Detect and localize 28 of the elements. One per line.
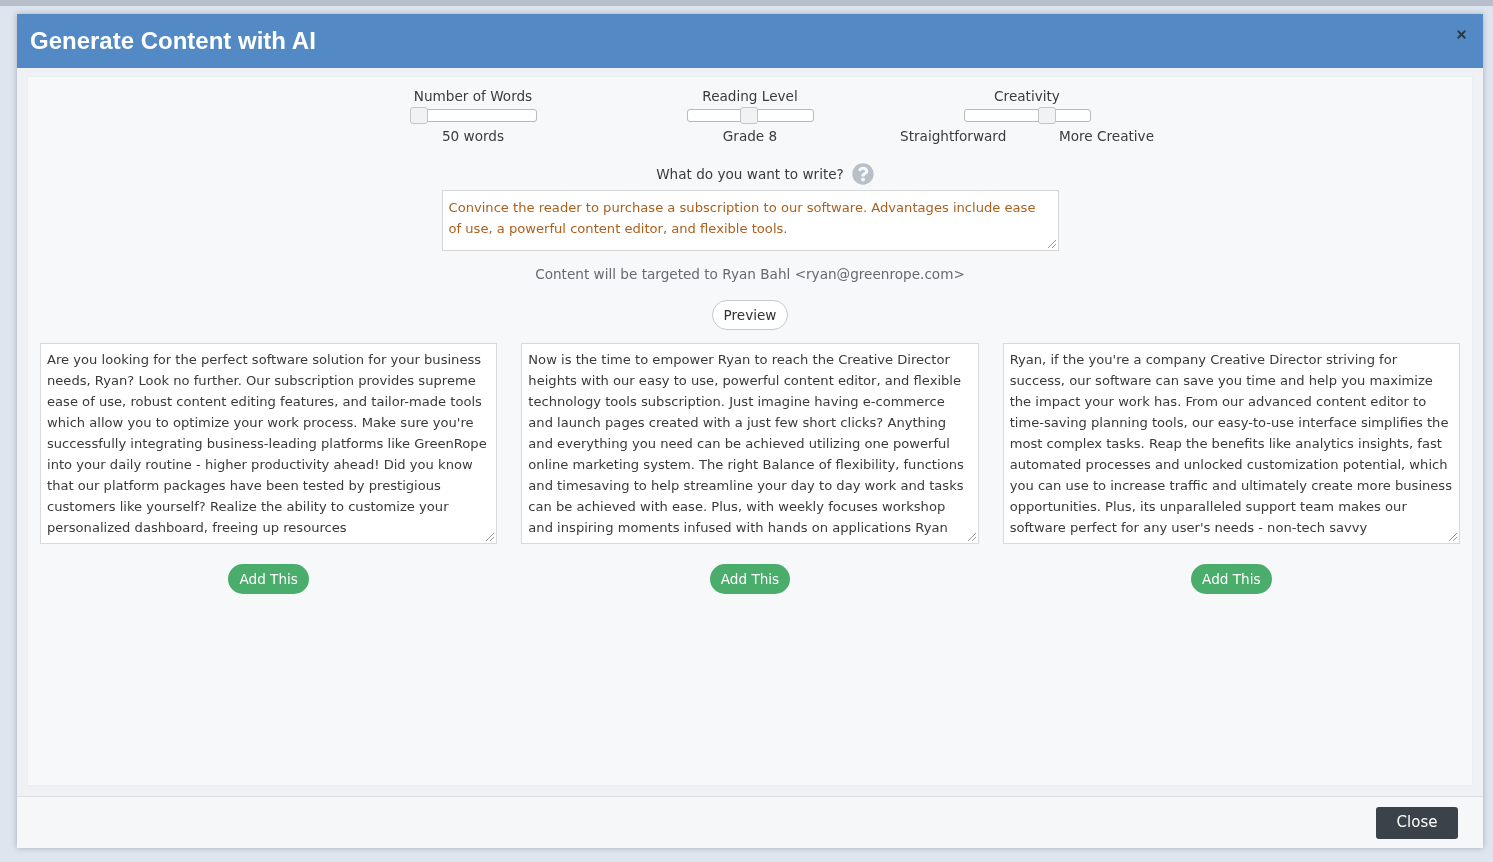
slider-value: Grade 8 xyxy=(722,127,778,146)
slider-label: Reading Level xyxy=(702,87,798,106)
generated-text-area[interactable]: Ryan, if the you're a company Creative Director striving for success, our software can save you time and help you maximize the impact your work has. From our advanced content editor to time-saving planning tools, our easy-to-use interface simplifies the most complex tasks. Reap the benefits like analytics insights, fast automated processes and unlocked customization potential, which you can use to increase traffic and ultimately create more business opportunities. Plus, its unparalleled support team makes our software perfect for any user's needs - non-tech savvy xyxy=(1002,343,1460,544)
resize-grip-icon[interactable] xyxy=(1047,240,1056,248)
slider-track[interactable] xyxy=(686,109,814,122)
slider-handle[interactable] xyxy=(409,107,428,124)
slider-value: Straightforward xyxy=(900,127,1007,146)
prompt-label: What do you want to write? xyxy=(656,165,844,184)
prompt-field[interactable]: Convince the reader to purchase a subscription to our software. Advantages include ease of use, a powerful content editor, and flexible tools. xyxy=(441,190,1059,251)
slider-label: Number of Words xyxy=(413,87,533,106)
help-icon[interactable] xyxy=(851,163,874,185)
slider-track[interactable] xyxy=(963,109,1091,122)
generated-text-area[interactable]: Are you looking for the perfect software solution for your business needs, Ryan? Look no further. Our subscription provides supreme ease of use, robust content editing features, and tailor-made tools which allow you to optimize your work process. Make sure you're successfully integrating business-leading platforms like GreenRope into your daily routine - higher productivity ahead! Did you know that our platform packages have been tested by prestigious customers like yourself? Realize the ability to customize your personalized dashboard, freeing up resources xyxy=(40,343,498,544)
resize-grip-icon[interactable] xyxy=(967,533,976,541)
dialog-title: Generate Content with AI xyxy=(30,26,316,56)
slider-label: Creativity xyxy=(994,87,1060,106)
target-note: Content will be targeted to Ryan Bahl <ryan@greenrope.com> xyxy=(535,265,965,284)
slider-value: 50 words xyxy=(441,127,505,146)
resize-grip-icon[interactable] xyxy=(1449,533,1457,541)
generated-text-area[interactable]: Now is the time to empower Ryan to reach the Creative Director heights with our easy to use, powerful content editor, and flexible technology tools subscription. Just imagine having e-commerce and launch pages created with a just few short clicks? Anything and everything you need can be achieved utilizing one powerful online marketing system. The right Balance of flexibility, functions and timesaving to help streamline your day to day work and tasks can be achieved with ease. Plus, with weekly focuses workshop and inspiring moments infused with hands on applications Ryan xyxy=(521,343,979,544)
preview-button[interactable]: Preview xyxy=(711,300,789,330)
close-icon[interactable] xyxy=(1455,28,1468,41)
close-button[interactable]: Close xyxy=(1376,806,1458,839)
slider-track[interactable] xyxy=(409,109,537,122)
resize-grip-icon[interactable] xyxy=(486,533,495,541)
slider-handle[interactable] xyxy=(740,107,758,124)
slider-handle[interactable] xyxy=(1038,107,1057,124)
slider-value: More Creative xyxy=(1059,127,1154,146)
